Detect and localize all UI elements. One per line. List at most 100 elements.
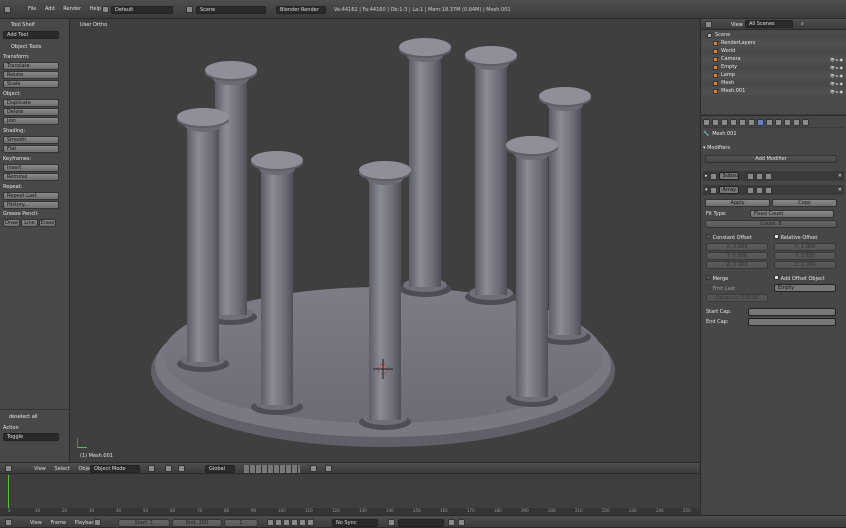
outliner-row[interactable]: Camera 👁 ▸ ◉ bbox=[701, 55, 846, 63]
data-tab-icon[interactable] bbox=[766, 119, 773, 126]
tool-button-delete[interactable]: Delete bbox=[3, 108, 59, 116]
prev-key-icon[interactable] bbox=[275, 519, 282, 526]
tool-button-join[interactable]: Join bbox=[3, 117, 59, 125]
timeline[interactable]: 0 10 20 30 40 50 60 70 80 90 100 110 120 130 140 150 160… bbox=[0, 475, 699, 515]
outliner-row[interactable]: RenderLayers bbox=[701, 39, 846, 47]
menu-select[interactable]: Select bbox=[54, 466, 69, 472]
screen-layout-icon[interactable] bbox=[102, 6, 109, 13]
object-offset-checkbox[interactable]: Add Offset Object bbox=[774, 275, 836, 282]
action-select[interactable]: Toggle bbox=[3, 433, 59, 441]
tool-button-remove[interactable]: Remove bbox=[3, 173, 59, 181]
jump-start-icon[interactable] bbox=[267, 519, 274, 526]
gp-line-button[interactable]: Line bbox=[21, 219, 38, 227]
start-cap-field[interactable] bbox=[748, 308, 836, 316]
tool-button-flat[interactable]: Flat bbox=[3, 145, 59, 153]
physics-tab-icon[interactable] bbox=[802, 119, 809, 126]
rel-y-field[interactable]: Y: 0.000 bbox=[774, 252, 836, 260]
rel-x-field[interactable]: X: 1.000 bbox=[774, 243, 836, 251]
menu-help[interactable]: Help bbox=[90, 6, 101, 12]
subsurf-name[interactable]: Subsurf bbox=[718, 172, 739, 180]
jump-end-icon[interactable] bbox=[307, 519, 314, 526]
timeline-current-frame-line[interactable] bbox=[8, 475, 9, 508]
pivot-icon[interactable] bbox=[165, 465, 172, 472]
subsurf-expand-icon[interactable]: ▸ bbox=[705, 173, 708, 179]
particles-tab-icon[interactable] bbox=[793, 119, 800, 126]
outliner-row[interactable]: Scene bbox=[701, 31, 846, 39]
start-frame-field[interactable]: Start: 1 bbox=[118, 519, 170, 527]
outliner-display-select[interactable]: All Scenes bbox=[745, 20, 793, 28]
render-tab-icon[interactable] bbox=[712, 119, 719, 126]
manipulator-icon[interactable] bbox=[178, 465, 185, 472]
const-z-field[interactable]: Z: 0.000 bbox=[706, 261, 768, 269]
rel-z-field[interactable]: Z: 0.000 bbox=[774, 261, 836, 269]
outliner-search-icon[interactable]: ⌕ bbox=[801, 21, 804, 27]
visibility-toggles-icon[interactable]: 👁 ▸ ◉ bbox=[830, 73, 843, 78]
apply-button[interactable]: Apply bbox=[705, 199, 770, 207]
outliner-row[interactable]: Mesh.001 👁 ▸ ◉ bbox=[701, 87, 846, 95]
tool-button-insert[interactable]: Insert bbox=[3, 164, 59, 172]
material-tab-icon[interactable] bbox=[775, 119, 782, 126]
merge-checkbox[interactable]: Merge bbox=[706, 275, 768, 282]
scene-icon[interactable] bbox=[186, 6, 193, 13]
count-field[interactable]: Count: 8 bbox=[705, 220, 837, 228]
menu-view[interactable]: View bbox=[34, 466, 46, 472]
array-collapse-icon[interactable]: ▾ bbox=[705, 187, 708, 193]
array-editmode-toggle-icon[interactable] bbox=[764, 186, 772, 194]
first-last-check-icon[interactable] bbox=[706, 285, 711, 290]
timeline-editor-icon[interactable] bbox=[5, 519, 12, 526]
object-tab-icon[interactable] bbox=[739, 119, 746, 126]
tl-menu-view[interactable]: View bbox=[30, 520, 42, 526]
array-viewport-toggle-icon[interactable] bbox=[755, 186, 763, 194]
merge-distance-field[interactable]: Distance: 0.0100 bbox=[706, 294, 768, 302]
constant-offset-checkbox[interactable]: Constant Offset bbox=[706, 234, 768, 241]
shading-icon[interactable] bbox=[148, 465, 155, 472]
first-last-checkbox[interactable]: First Last bbox=[706, 285, 768, 292]
subsurf-editmode-toggle-icon[interactable] bbox=[764, 172, 772, 180]
outliner-row[interactable]: Lamp 👁 ▸ ◉ bbox=[701, 71, 846, 79]
mode-select[interactable]: Object Mode bbox=[90, 465, 140, 473]
scene-tab-icon[interactable] bbox=[721, 119, 728, 126]
end-cap-field[interactable] bbox=[748, 318, 836, 326]
gp-erase-button[interactable]: Erase bbox=[39, 219, 56, 227]
insert-key-icon[interactable] bbox=[448, 519, 455, 526]
auto-key-icon[interactable] bbox=[388, 519, 395, 526]
array-name[interactable]: Array bbox=[718, 186, 739, 194]
layer-buttons[interactable] bbox=[244, 465, 300, 473]
modifiers-tab-icon[interactable] bbox=[757, 119, 764, 126]
editor-type-icon[interactable] bbox=[4, 6, 11, 13]
play-reverse-icon[interactable] bbox=[283, 519, 290, 526]
add-tool-select[interactable]: Add Tool bbox=[3, 31, 59, 39]
view3d-editor-icon[interactable] bbox=[5, 465, 12, 472]
fit-type-select[interactable]: Fixed Count bbox=[750, 210, 834, 218]
tool-button-smooth[interactable]: Smooth bbox=[3, 136, 59, 144]
relative-offset-check-icon[interactable] bbox=[774, 234, 779, 239]
world-tab-icon[interactable] bbox=[730, 119, 737, 126]
render-preview-icon[interactable] bbox=[325, 465, 332, 472]
const-x-field[interactable]: X: 0.000 bbox=[706, 243, 768, 251]
outliner-row[interactable]: World bbox=[701, 47, 846, 55]
tool-button-translate[interactable]: Translate bbox=[3, 62, 59, 70]
scene-selector[interactable]: Scene bbox=[196, 6, 266, 14]
visibility-toggles-icon[interactable]: 👁 ▸ ◉ bbox=[830, 57, 843, 62]
tool-button-repeatlast[interactable]: Repeat Last bbox=[3, 192, 59, 200]
outliner-editor-icon[interactable] bbox=[705, 21, 712, 28]
relative-offset-checkbox[interactable]: Relative Offset bbox=[774, 234, 836, 241]
offset-object-field[interactable]: Empty bbox=[774, 284, 836, 292]
gp-draw-button[interactable]: Draw bbox=[3, 219, 20, 227]
const-y-field[interactable]: Y: 0.000 bbox=[706, 252, 768, 260]
current-frame-field[interactable]: 1 bbox=[224, 519, 258, 527]
tl-menu-frame[interactable]: Frame bbox=[50, 520, 66, 526]
keying-set-field[interactable] bbox=[398, 519, 444, 527]
constant-offset-check-icon[interactable] bbox=[706, 234, 711, 239]
end-frame-field[interactable]: End: 250 bbox=[172, 519, 222, 527]
constraints-tab-icon[interactable] bbox=[748, 119, 755, 126]
viewport-3d[interactable]: User Ortho (1) Mesh.001 bbox=[71, 19, 699, 462]
tool-button-scale[interactable]: Scale bbox=[3, 80, 59, 88]
render-engine-select[interactable]: Blender Render bbox=[276, 6, 326, 14]
outliner-row[interactable]: Mesh 👁 ▸ ◉ bbox=[701, 79, 846, 87]
next-key-icon[interactable] bbox=[299, 519, 306, 526]
array-render-toggle-icon[interactable] bbox=[746, 186, 754, 194]
menu-file[interactable]: File bbox=[28, 6, 36, 12]
tool-button-duplicate[interactable]: Duplicate bbox=[3, 99, 59, 107]
visibility-toggles-icon[interactable]: 👁 ▸ ◉ bbox=[830, 65, 843, 70]
